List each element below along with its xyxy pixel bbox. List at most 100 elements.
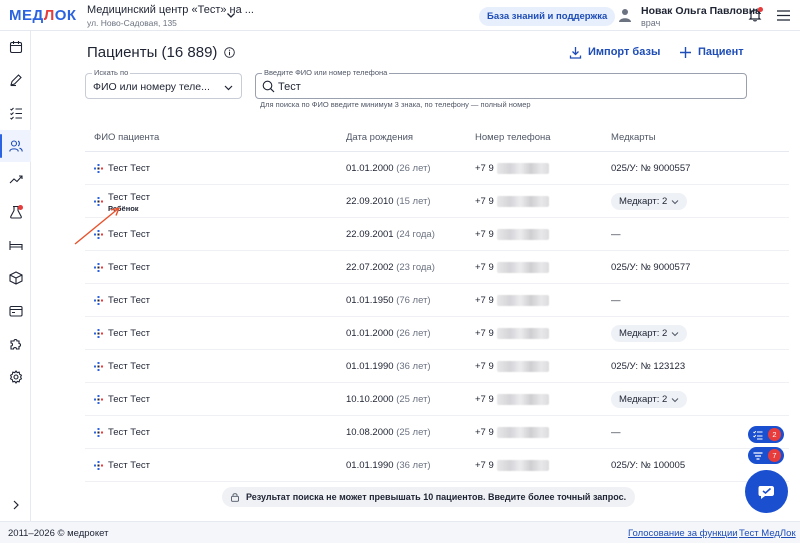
table-row[interactable]: Тест Тест 01.01.2000 (26 лет) +7 9 Медкарт:… <box>85 317 789 350</box>
main-content: Пациенты (16 889) Импорт базы Пациент Ис… <box>31 31 800 521</box>
dob-value: 01.01.2000 <box>346 163 394 174</box>
patient-name[interactable]: Тест Тест <box>108 192 150 203</box>
dob-value: 01.01.2000 <box>346 328 394 339</box>
patient-name[interactable]: Тест Тест <box>108 295 150 306</box>
redacted-phone <box>496 229 549 240</box>
info-icon[interactable] <box>224 47 235 58</box>
chevron-down-icon[interactable] <box>226 10 236 20</box>
patient-name[interactable]: Тест Тест <box>108 262 150 273</box>
sidebar-item-cashbox[interactable] <box>0 295 31 327</box>
search-input-label: Введите ФИО или номер телефона <box>262 68 390 77</box>
redacted-phone <box>496 460 549 471</box>
feature-vote-link[interactable]: Голосование за функции <box>628 528 738 539</box>
sidebar-item-analytics[interactable] <box>0 163 31 195</box>
medlok-logo[interactable]: МЕДЛОК <box>9 7 77 24</box>
hamburger-menu-icon[interactable] <box>777 10 790 21</box>
sidebar-item-warehouse[interactable] <box>0 262 31 294</box>
phone-prefix: +7 9 <box>475 460 494 472</box>
med-card-number[interactable]: — <box>611 295 621 306</box>
import-database-button[interactable]: Импорт базы <box>569 44 660 60</box>
sidebar-item-tasks[interactable] <box>0 97 31 129</box>
column-header-name[interactable]: ФИО пациента <box>94 132 159 143</box>
lock-icon <box>231 493 239 502</box>
users-icon <box>8 140 23 152</box>
patient-dob: 22.09.2010 (15 лет) <box>346 196 431 207</box>
med-cards-dropdown[interactable]: Медкарт: 2 <box>611 325 688 342</box>
med-card-number[interactable]: — <box>611 229 621 240</box>
patient-icon <box>94 428 103 437</box>
chevron-down-icon <box>671 199 679 204</box>
patient-age: (24 года) <box>396 229 435 240</box>
table-row[interactable]: Тест Тест 01.01.1990 (36 лет) +7 9 025/У: №… <box>85 350 789 383</box>
patient-name[interactable]: Тест Тест <box>108 328 150 339</box>
table-row[interactable]: Тест Тест 01.01.1950 (76 лет) +7 9 — <box>85 284 789 317</box>
med-card-number[interactable]: 025/У: № 100005 <box>611 460 685 471</box>
table-row[interactable]: Тест Тест 10.10.2000 (25 лет) +7 9 Медкарт:… <box>85 383 789 416</box>
sidebar-expand-button[interactable] <box>0 489 31 521</box>
table-row[interactable]: Тест Тест Ребёнок 22.09.2010 (15 лет) +7 9М… <box>85 185 789 218</box>
org-selector[interactable]: Медицинский центр «Тест» на ... ул. Ново… <box>87 4 254 28</box>
dob-value: 22.07.2002 <box>346 262 394 273</box>
support-chat-button[interactable] <box>745 470 788 513</box>
table-row[interactable]: Тест Тест 10.08.2000 (25 лет) +7 9 — <box>85 416 789 449</box>
patient-age: (25 лет) <box>396 427 431 438</box>
test-medlok-link[interactable]: Тест МедЛок <box>739 528 796 539</box>
phone-prefix: +7 9 <box>475 196 494 208</box>
med-card-number[interactable]: — <box>611 427 621 438</box>
med-cards-count: Медкарт: 2 <box>619 328 668 339</box>
column-header-phone[interactable]: Номер телефона <box>475 132 551 143</box>
phone-prefix: +7 9 <box>475 163 494 175</box>
top-header: МЕДЛОК Медицинский центр «Тест» на ... у… <box>0 0 800 31</box>
table-row[interactable]: Тест Тест 01.01.2000 (26 лет) +7 9 025/У: №… <box>85 152 789 185</box>
med-card-number[interactable]: 025/У: № 123123 <box>611 361 685 372</box>
table-row[interactable]: Тест Тест 01.01.1990 (36 лет) +7 9 025/У: №… <box>85 449 789 482</box>
patient-name[interactable]: Тест Тест <box>108 427 150 438</box>
med-card-number[interactable]: 025/У: № 9000577 <box>611 262 690 273</box>
med-cards-dropdown[interactable]: Медкарт: 2 <box>611 193 688 210</box>
calendar-icon <box>9 41 22 54</box>
med-card-number[interactable]: 025/У: № 9000557 <box>611 163 690 174</box>
redacted-phone <box>496 295 549 306</box>
patient-name[interactable]: Тест Тест <box>108 163 150 174</box>
patient-age: (36 лет) <box>396 361 431 372</box>
sidebar-item-lab[interactable] <box>0 196 31 228</box>
user-icon[interactable] <box>618 8 632 22</box>
patient-phone: +7 9 <box>475 394 549 405</box>
med-cards-dropdown[interactable]: Медкарт: 2 <box>611 391 688 408</box>
sidebar-item-schedule[interactable] <box>0 31 31 63</box>
chat-icon <box>758 485 774 499</box>
user-name[interactable]: Новак Ольга Павловна <box>641 5 761 17</box>
sidebar-item-integrations[interactable] <box>0 328 31 360</box>
tasks-fab[interactable]: 2 <box>748 426 784 443</box>
column-header-cards[interactable]: Медкарты <box>611 132 656 143</box>
knowledge-base-button[interactable]: База знаний и поддержка <box>479 7 616 26</box>
table-row[interactable]: Тест Тест 22.09.2001 (24 года) +7 9— <box>85 218 789 251</box>
patient-dob: 22.09.2001 (24 года) <box>346 229 435 240</box>
sidebar-item-settings[interactable] <box>0 361 31 393</box>
patient-name[interactable]: Тест Тест <box>108 460 150 471</box>
patient-name[interactable]: Тест Тест <box>108 394 150 405</box>
sidebar-item-patients[interactable] <box>0 130 31 162</box>
dob-value: 01.01.1950 <box>346 295 394 306</box>
notice-text: Результат поиска не может превышать 10 п… <box>246 492 627 502</box>
redacted-phone <box>496 196 549 207</box>
patient-age: (26 лет) <box>396 163 431 174</box>
sidebar <box>0 31 31 521</box>
filters-fab[interactable]: 7 <box>748 447 784 464</box>
search-input[interactable] <box>278 79 678 94</box>
add-patient-button[interactable]: Пациент <box>679 44 744 60</box>
search-by-select[interactable]: Искать по ФИО или номеру теле... <box>85 68 242 99</box>
chevron-down-icon <box>224 85 233 91</box>
search-by-label: Искать по <box>92 68 131 77</box>
patient-name[interactable]: Тест Тест <box>108 361 150 372</box>
patient-phone: +7 9 <box>475 196 549 207</box>
patient-dob: 01.01.2000 (26 лет) <box>346 163 431 174</box>
table-row[interactable]: Тест Тест 22.07.2002 (23 года) +7 9 025/У: … <box>85 251 789 284</box>
dob-value: 22.09.2001 <box>346 229 394 240</box>
sidebar-item-hospital[interactable] <box>0 229 31 261</box>
patient-age: (76 лет) <box>396 295 431 306</box>
column-header-dob[interactable]: Дата рождения <box>346 132 413 143</box>
patient-search-field[interactable]: Введите ФИО или номер телефона <box>255 68 747 99</box>
sidebar-item-records[interactable] <box>0 64 31 96</box>
user-role: врач <box>641 18 661 28</box>
